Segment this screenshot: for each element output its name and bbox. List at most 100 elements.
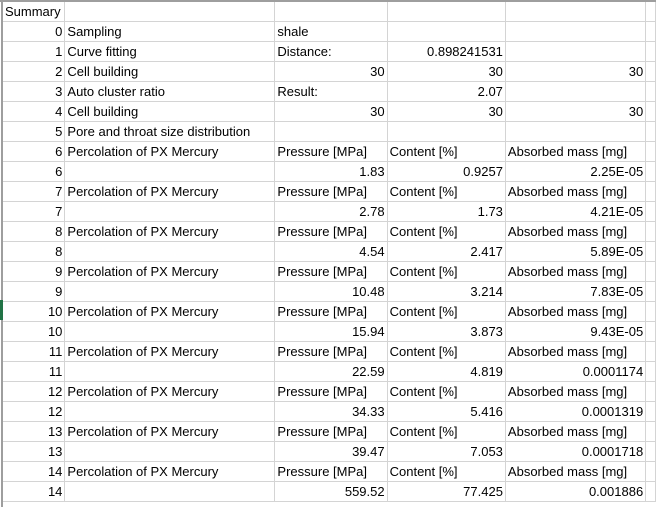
cell-value-e[interactable]: 0.001886 bbox=[505, 481, 647, 502]
cell-value-c[interactable]: 30 bbox=[274, 101, 388, 122]
cell[interactable] bbox=[505, 2, 647, 22]
cell-index[interactable]: 11 bbox=[3, 341, 66, 362]
cell-index[interactable]: 8 bbox=[3, 221, 66, 242]
cell-value-e[interactable]: Absorbed mass [mg] bbox=[505, 261, 647, 282]
cell-step-name[interactable]: Auto cluster ratio bbox=[64, 81, 276, 102]
cell[interactable] bbox=[645, 241, 656, 262]
cell[interactable] bbox=[645, 421, 656, 442]
cell-value-d[interactable]: Content [%] bbox=[387, 381, 506, 402]
cell-step-name[interactable] bbox=[64, 481, 276, 502]
cell-index[interactable]: 2 bbox=[3, 61, 66, 82]
cell-step-name[interactable]: Percolation of PX Mercury bbox=[64, 181, 276, 202]
cell-value-d[interactable]: 7.053 bbox=[387, 441, 506, 462]
cell-value-e[interactable]: 0.0001718 bbox=[505, 441, 647, 462]
cell-value-e[interactable]: 5.89E-05 bbox=[505, 241, 647, 262]
cell-index[interactable]: 14 bbox=[3, 481, 66, 502]
cell-value-d[interactable]: 5.416 bbox=[387, 401, 506, 422]
cell-value-c[interactable]: Pressure [MPa] bbox=[274, 301, 388, 322]
cell-value-d[interactable] bbox=[387, 121, 506, 142]
cell[interactable] bbox=[645, 201, 656, 222]
cell-step-name[interactable]: Percolation of PX Mercury bbox=[64, 261, 276, 282]
cell-value-e[interactable]: Absorbed mass [mg] bbox=[505, 381, 647, 402]
cell-value-c[interactable]: 34.33 bbox=[274, 401, 388, 422]
cell-value-d[interactable]: 30 bbox=[387, 61, 506, 82]
cell[interactable] bbox=[645, 381, 656, 402]
cell[interactable] bbox=[645, 481, 656, 502]
cell-value-c[interactable]: Pressure [MPa] bbox=[274, 141, 388, 162]
cell-value-c[interactable]: 1.83 bbox=[274, 161, 388, 182]
cell-index[interactable]: 5 bbox=[3, 121, 66, 142]
cell-value-e[interactable]: Absorbed mass [mg] bbox=[505, 421, 647, 442]
cell-value-e[interactable]: 30 bbox=[505, 61, 647, 82]
cell-value-c[interactable]: 10.48 bbox=[274, 281, 388, 302]
cell-step-name[interactable] bbox=[64, 321, 276, 342]
cell-step-name[interactable]: Sampling bbox=[64, 21, 276, 42]
cell-value-e[interactable]: 0.0001174 bbox=[505, 361, 647, 382]
cell-index[interactable]: 6 bbox=[3, 141, 66, 162]
cell[interactable] bbox=[645, 461, 656, 482]
cell-index[interactable]: 10 bbox=[3, 321, 66, 342]
cell-step-name[interactable] bbox=[64, 161, 276, 182]
cell-value-d[interactable]: Content [%] bbox=[387, 221, 506, 242]
cell[interactable] bbox=[645, 61, 656, 82]
cell-index[interactable]: 9 bbox=[3, 281, 66, 302]
cell-step-name[interactable]: Cell building bbox=[64, 61, 276, 82]
cell-value-d[interactable]: 0.898241531 bbox=[387, 41, 506, 62]
cell[interactable] bbox=[645, 441, 656, 462]
cell-value-e[interactable]: 30 bbox=[505, 101, 647, 122]
cell-value-c[interactable]: 4.54 bbox=[274, 241, 388, 262]
cell-value-c[interactable]: Pressure [MPa] bbox=[274, 221, 388, 242]
cell-value-d[interactable]: Content [%] bbox=[387, 421, 506, 442]
cell-value-e[interactable] bbox=[505, 81, 647, 102]
cell[interactable] bbox=[645, 321, 656, 342]
cell-value-c[interactable]: Pressure [MPa] bbox=[274, 341, 388, 362]
cell[interactable] bbox=[645, 261, 656, 282]
cell-value-c[interactable]: 30 bbox=[274, 61, 388, 82]
cell-step-name[interactable] bbox=[64, 441, 276, 462]
cell[interactable] bbox=[274, 2, 388, 22]
cell-value-d[interactable]: 4.819 bbox=[387, 361, 506, 382]
cell-value-c[interactable]: 39.47 bbox=[274, 441, 388, 462]
cell[interactable] bbox=[645, 361, 656, 382]
cell-step-name[interactable]: Percolation of PX Mercury bbox=[64, 301, 276, 322]
cell-index[interactable]: 9 bbox=[3, 261, 66, 282]
cell-index[interactable]: 6 bbox=[3, 161, 66, 182]
cell-index[interactable]: 0 bbox=[3, 21, 66, 42]
cell-index[interactable]: 14 bbox=[3, 461, 66, 482]
cell-value-d[interactable] bbox=[387, 21, 506, 42]
cell-value-c[interactable] bbox=[274, 121, 388, 142]
cell-index[interactable]: 11 bbox=[3, 361, 66, 382]
cell-value-c[interactable]: 22.59 bbox=[274, 361, 388, 382]
cell-value-c[interactable]: Pressure [MPa] bbox=[274, 261, 388, 282]
cell[interactable] bbox=[645, 21, 656, 42]
cell-value-e[interactable] bbox=[505, 21, 647, 42]
cell-value-d[interactable]: 77.425 bbox=[387, 481, 506, 502]
cell-value-d[interactable]: 3.214 bbox=[387, 281, 506, 302]
cell[interactable] bbox=[645, 81, 656, 102]
cell-step-name[interactable] bbox=[64, 241, 276, 262]
cell-value-c[interactable]: 559.52 bbox=[274, 481, 388, 502]
cell-value-d[interactable]: Content [%] bbox=[387, 141, 506, 162]
cell[interactable] bbox=[645, 41, 656, 62]
cell[interactable] bbox=[645, 221, 656, 242]
cell-step-name[interactable] bbox=[64, 281, 276, 302]
cell[interactable] bbox=[645, 181, 656, 202]
cell-value-c[interactable]: Pressure [MPa] bbox=[274, 381, 388, 402]
cell[interactable] bbox=[645, 301, 656, 322]
cell-value-c[interactable]: Result: bbox=[274, 81, 388, 102]
cell[interactable] bbox=[645, 161, 656, 182]
cell-value-c[interactable]: shale bbox=[274, 21, 388, 42]
cell-value-e[interactable]: Absorbed mass [mg] bbox=[505, 461, 647, 482]
cell-value-e[interactable]: Absorbed mass [mg] bbox=[505, 141, 647, 162]
cell-index[interactable]: 3 bbox=[3, 81, 66, 102]
cell-index[interactable]: 1 bbox=[3, 41, 66, 62]
cell[interactable] bbox=[645, 341, 656, 362]
cell-value-d[interactable]: Content [%] bbox=[387, 341, 506, 362]
cell-step-name[interactable]: Percolation of PX Mercury bbox=[64, 221, 276, 242]
cell-value-d[interactable]: Content [%] bbox=[387, 301, 506, 322]
cell-value-e[interactable] bbox=[505, 121, 647, 142]
cell-step-name[interactable]: Cell building bbox=[64, 101, 276, 122]
cell-step-name[interactable]: Percolation of PX Mercury bbox=[64, 421, 276, 442]
cell-value-c[interactable]: 2.78 bbox=[274, 201, 388, 222]
cell-value-c[interactable]: Distance: bbox=[274, 41, 388, 62]
